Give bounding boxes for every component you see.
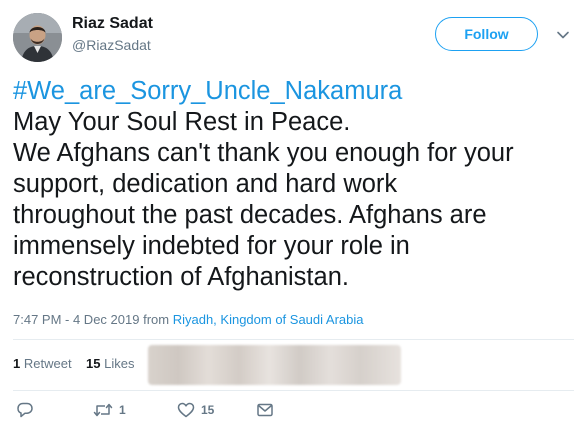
retweet-count: 1 xyxy=(119,403,126,417)
tweet-line: immensely indebted for your role in xyxy=(13,232,410,260)
tweet-text: #We_are_Sorry_Uncle_Nakamura May Your So… xyxy=(13,76,579,293)
location-link[interactable]: Riyadh, Kingdom of Saudi Arabia xyxy=(173,312,364,327)
reply-icon xyxy=(16,401,34,419)
tweet-line: throughout the past decades. Afghans are xyxy=(13,201,487,229)
likes-label: Likes xyxy=(104,356,135,371)
likes-count: 15 xyxy=(86,356,101,371)
retweets-count: 1 xyxy=(13,356,21,371)
divider xyxy=(13,390,574,391)
tweet-line: support, dedication and hard work xyxy=(13,170,398,198)
avatar[interactable] xyxy=(13,13,62,62)
tweet-line: May Your Soul Rest in Peace. xyxy=(13,108,351,136)
reply-button[interactable] xyxy=(16,400,34,420)
like-button[interactable]: 15 xyxy=(177,400,214,420)
retweet-button[interactable]: 1 xyxy=(93,400,126,420)
direct-message-button[interactable] xyxy=(256,400,274,420)
heart-icon xyxy=(177,401,195,419)
tweet-stats: 1 Retweet 15 Likes xyxy=(13,355,134,373)
tweet-header: Riaz Sadat @RiazSadat Follow xyxy=(13,13,574,63)
hashtag-link[interactable]: #We_are_Sorry_Uncle_Nakamura xyxy=(13,76,579,107)
likes-stat[interactable]: 15 Likes xyxy=(86,356,134,371)
retweets-stat[interactable]: 1 Retweet xyxy=(13,356,72,371)
tweet-line: reconstruction of Afghanistan. xyxy=(13,263,349,291)
tweet-line: We Afghans can't thank you enough for yo… xyxy=(13,139,514,167)
liker-avatars[interactable] xyxy=(148,345,401,385)
divider xyxy=(13,339,574,340)
chevron-down-icon[interactable] xyxy=(555,27,571,43)
retweets-label: Retweet xyxy=(23,356,72,371)
envelope-icon xyxy=(256,401,274,419)
retweet-icon xyxy=(93,401,113,419)
tweet-meta: 7:47 PM - 4 Dec 2019 from Riyadh, Kingdo… xyxy=(13,312,364,328)
like-count: 15 xyxy=(201,403,215,417)
user-names: Riaz Sadat @RiazSadat xyxy=(72,14,153,55)
timestamp[interactable]: 7:47 PM - 4 Dec 2019 xyxy=(13,312,139,327)
display-name[interactable]: Riaz Sadat xyxy=(72,14,153,34)
follow-button[interactable]: Follow xyxy=(435,17,538,51)
user-handle[interactable]: @RiazSadat xyxy=(72,35,153,55)
from-label: from xyxy=(143,312,170,327)
tweet-actions: 1 15 xyxy=(13,400,313,422)
